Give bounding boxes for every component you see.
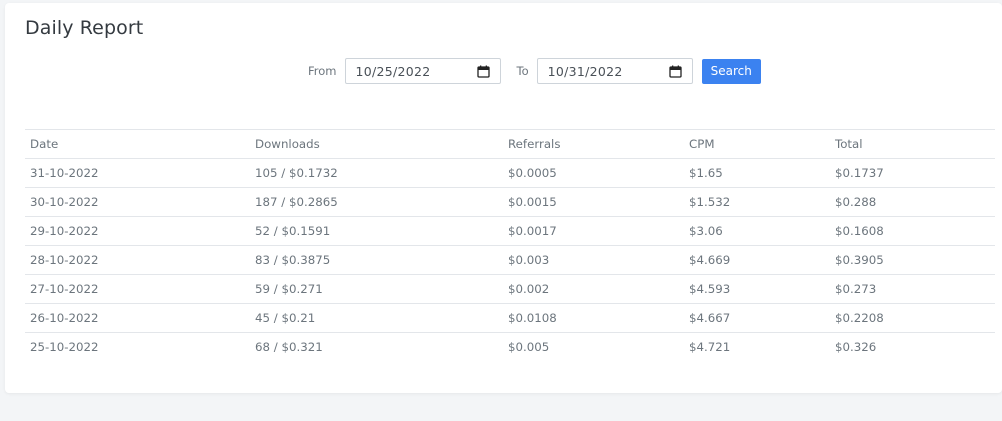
table-row: 26-10-2022 45 / $0.21 $0.0108 $4.667 $0.… (25, 303, 995, 333)
table-header-row: Date Downloads Referrals CPM Total (25, 129, 995, 159)
page-title: Daily Report (25, 17, 144, 39)
cell-total: $0.2208 (830, 303, 995, 333)
cell-date: 27-10-2022 (25, 274, 250, 304)
cell-total: $0.3905 (830, 245, 995, 275)
column-header-referrals: Referrals (503, 129, 684, 159)
cell-referrals: $0.003 (503, 245, 684, 275)
cell-referrals: $0.0108 (503, 303, 684, 333)
cell-downloads: 68 / $0.321 (255, 340, 323, 354)
cell-total: $0.1737 (830, 158, 995, 188)
cell-date: 31-10-2022 (25, 158, 250, 188)
to-date-input[interactable]: 10/31/2022 (536, 58, 693, 84)
cell-referrals: $0.005 (508, 340, 550, 354)
date-filter: From 10/25/2022 To 10/31/2022 Search (308, 58, 761, 84)
cell-total: $0.326 (835, 340, 877, 354)
table-row: 25-10-2022 68 / $0.321 $0.005 $4.721 $0.… (25, 333, 995, 362)
to-label: To (516, 64, 529, 78)
column-header-date: Date (25, 129, 250, 159)
cell-date: 28-10-2022 (25, 245, 250, 275)
cell-cpm: $4.721 (689, 340, 731, 354)
cell-cpm: $3.06 (684, 216, 830, 246)
cell-cpm: $4.593 (684, 274, 830, 304)
column-header-downloads: Downloads (250, 129, 503, 159)
cell-cpm: $1.532 (684, 187, 830, 217)
cell-downloads: 83 / $0.3875 (250, 245, 503, 275)
cell-referrals: $0.0017 (503, 216, 684, 246)
column-header-total: Total (830, 129, 995, 159)
from-label: From (308, 64, 337, 78)
from-date-value: 10/25/2022 (355, 63, 431, 79)
cell-downloads: 187 / $0.2865 (250, 187, 503, 217)
table-row: 29-10-2022 52 / $0.1591 $0.0017 $3.06 $0… (25, 216, 995, 246)
cell-cpm: $1.65 (684, 158, 830, 188)
cell-total: $0.288 (830, 187, 995, 217)
calendar-icon[interactable] (668, 65, 682, 78)
from-date-input[interactable]: 10/25/2022 (344, 58, 501, 84)
cell-cpm: $4.667 (684, 303, 830, 333)
calendar-icon[interactable] (476, 65, 490, 78)
cell-referrals: $0.0015 (503, 187, 684, 217)
report-card: Daily Report From 10/25/2022 To 10/31/20… (5, 3, 1002, 393)
cell-date: 26-10-2022 (25, 303, 250, 333)
cell-date: 29-10-2022 (25, 216, 250, 246)
cell-cpm: $4.669 (684, 245, 830, 275)
cell-total: $0.1608 (830, 216, 995, 246)
to-date-value: 10/31/2022 (547, 63, 623, 79)
table-row: 28-10-2022 83 / $0.3875 $0.003 $4.669 $0… (25, 245, 995, 275)
column-header-cpm: CPM (684, 129, 830, 159)
table-row: 30-10-2022 187 / $0.2865 $0.0015 $1.532 … (25, 187, 995, 217)
cell-referrals: $0.002 (503, 274, 684, 304)
daily-report-table: Date Downloads Referrals CPM Total 31-10… (25, 129, 995, 361)
cell-total: $0.273 (830, 274, 995, 304)
cell-downloads: 105 / $0.1732 (250, 158, 503, 188)
cell-referrals: $0.0005 (503, 158, 684, 188)
search-button[interactable]: Search (701, 58, 761, 84)
cell-date: 30-10-2022 (25, 187, 250, 217)
cell-date: 25-10-2022 (30, 340, 99, 354)
cell-downloads: 45 / $0.21 (250, 303, 503, 333)
cell-downloads: 59 / $0.271 (250, 274, 503, 304)
table-row: 27-10-2022 59 / $0.271 $0.002 $4.593 $0.… (25, 274, 995, 304)
table-row: 31-10-2022 105 / $0.1732 $0.0005 $1.65 $… (25, 158, 995, 188)
cell-downloads: 52 / $0.1591 (250, 216, 503, 246)
